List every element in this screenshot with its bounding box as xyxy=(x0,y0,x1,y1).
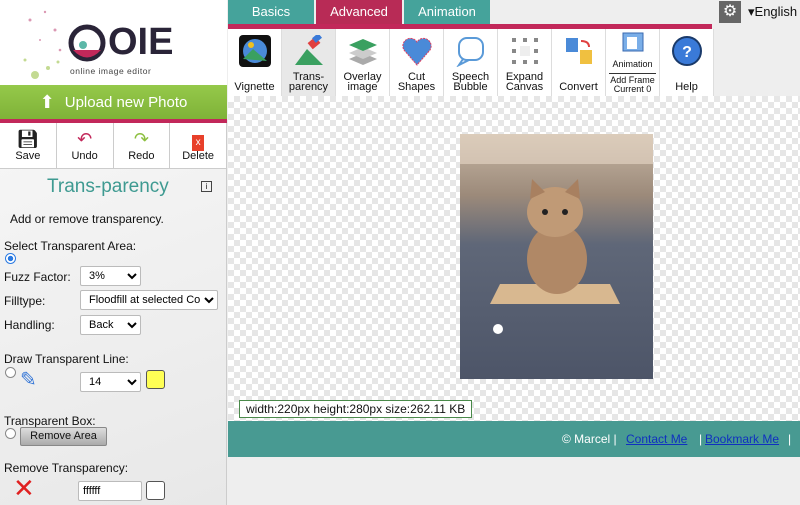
tab-basics[interactable]: Basics xyxy=(228,0,314,25)
tool-label: Expand Canvas xyxy=(505,71,544,93)
filltype-label: Filltype: xyxy=(4,294,46,308)
tool-help[interactable]: ? Help xyxy=(660,29,714,96)
footer: © Marcel | Contact Me | Bookmark Me | xyxy=(228,421,800,457)
delete-label: Delete xyxy=(182,150,215,162)
tool-vignette[interactable]: Vignette xyxy=(228,29,282,96)
tool-label: Speech Bubble xyxy=(451,71,490,93)
tool-expand-canvas[interactable]: Expand Canvas xyxy=(498,29,552,96)
tab-bar: Basics Advanced Animation xyxy=(228,0,490,25)
tool-label: Cut Shapes xyxy=(397,71,436,93)
kitten-image xyxy=(460,134,653,334)
heart-cut-icon xyxy=(402,37,432,66)
box-label: Transparent Box: xyxy=(4,414,96,428)
vignette-icon xyxy=(239,35,271,67)
speech-bubble-icon xyxy=(456,37,484,67)
info-icon[interactable]: i xyxy=(201,181,212,192)
gear-icon[interactable]: ⚙ xyxy=(719,1,741,23)
redo-button[interactable]: ↷ Redo xyxy=(113,123,171,169)
edit-toolbar: 💾︎ Save ↶ Undo ↷ Redo x Delete xyxy=(0,123,227,169)
floppy-icon: 💾︎ xyxy=(16,129,40,149)
animation-label: Animation xyxy=(612,59,653,69)
layers-icon xyxy=(349,39,377,65)
bookmark-link[interactable]: Bookmark Me xyxy=(705,432,779,446)
undo-arrow-icon: ↶ xyxy=(77,129,93,149)
delete-button[interactable]: x Delete xyxy=(170,123,227,169)
film-frames-icon xyxy=(622,32,644,52)
tool-transparency[interactable]: Trans-parency xyxy=(282,29,336,96)
fuzz-select[interactable]: 3% xyxy=(80,266,141,286)
trash-icon: x xyxy=(170,128,226,151)
tool-overlay-image[interactable]: Overlay image xyxy=(336,29,390,96)
logo-text: OIE xyxy=(108,21,174,63)
upload-icon: ⬆ xyxy=(39,91,55,112)
help-icon: ? xyxy=(672,36,702,66)
tool-label: Help xyxy=(675,81,698,93)
filltype-select[interactable]: Floodfill at selected Colo xyxy=(80,290,218,310)
draw-line-label: Draw Transparent Line: xyxy=(4,352,129,366)
line-color-swatch[interactable] xyxy=(146,370,165,389)
pencil-diamond-icon: ✎ xyxy=(20,369,37,391)
remove-transparency-icon[interactable]: ✕ xyxy=(13,474,35,502)
convert-icon xyxy=(566,38,592,64)
fuzz-label: Fuzz Factor: xyxy=(4,270,71,284)
tool-animation[interactable]: Animation Add Frame Current 0 xyxy=(606,29,660,96)
handling-label: Handling: xyxy=(4,318,55,332)
redo-arrow-icon: ↷ xyxy=(133,129,149,149)
handling-select[interactable]: Back xyxy=(80,315,141,335)
panel-description: Add or remove transparency. xyxy=(10,212,164,226)
tab-advanced[interactable]: Advanced xyxy=(316,0,402,25)
copyright: © Marcel | xyxy=(562,432,617,446)
logo[interactable]: OIE online image editor xyxy=(0,0,227,85)
expand-arrows-icon xyxy=(512,38,538,64)
add-frame-button[interactable]: Add Frame Current 0 xyxy=(609,73,656,94)
panel-title: Trans-parency xyxy=(47,176,169,197)
redo-label: Redo xyxy=(128,150,155,162)
tool-label: Convert xyxy=(559,81,598,93)
tool-convert[interactable]: Convert xyxy=(552,29,606,96)
tool-label: Trans-parency xyxy=(288,71,329,93)
upload-label: Upload new Photo xyxy=(64,93,188,111)
tool-speech-bubble[interactable]: Speech Bubble xyxy=(444,29,498,96)
remove-color-swatch[interactable] xyxy=(146,481,165,500)
contact-link[interactable]: Contact Me xyxy=(626,432,687,446)
remove-area-button[interactable]: Remove Area xyxy=(20,427,107,446)
transparency-icon xyxy=(295,35,323,65)
save-button[interactable]: 💾︎ Save xyxy=(0,123,57,169)
box-radio[interactable] xyxy=(5,428,16,439)
separator: | xyxy=(788,432,792,446)
save-label: Save xyxy=(15,150,41,162)
logo-tagline: online image editor xyxy=(70,66,152,76)
undo-label: Undo xyxy=(71,150,98,162)
photo-kitten[interactable] xyxy=(460,134,653,379)
line-size-select[interactable]: 14 xyxy=(80,372,141,392)
upload-photo-button[interactable]: ⬆ Upload new Photo xyxy=(0,85,227,119)
tab-animation[interactable]: Animation xyxy=(404,0,490,25)
svg-text:?: ? xyxy=(682,44,692,61)
separator: | xyxy=(699,432,703,446)
draw-line-radio[interactable] xyxy=(5,367,16,378)
language-select[interactable]: ▾English xyxy=(748,4,797,20)
select-area-label: Select Transparent Area: xyxy=(4,239,137,253)
undo-button[interactable]: ↶ Undo xyxy=(56,123,114,169)
select-area-radio[interactable] xyxy=(5,253,16,264)
image-canvas[interactable]: width:220px height:280px size:262.11 KB xyxy=(228,96,800,421)
remove-color-input[interactable] xyxy=(78,481,142,501)
tool-row: Vignette Trans-parency Overlay image Cut S… xyxy=(228,29,714,96)
image-info: width:220px height:280px size:262.11 KB xyxy=(239,400,473,418)
tool-label: Vignette xyxy=(234,81,275,93)
tool-label: Overlay image xyxy=(343,71,382,93)
sidebar: OIE online image editor ⬆ Upload new Pho… xyxy=(0,0,227,505)
tool-cut-shapes[interactable]: Cut Shapes xyxy=(390,29,444,96)
